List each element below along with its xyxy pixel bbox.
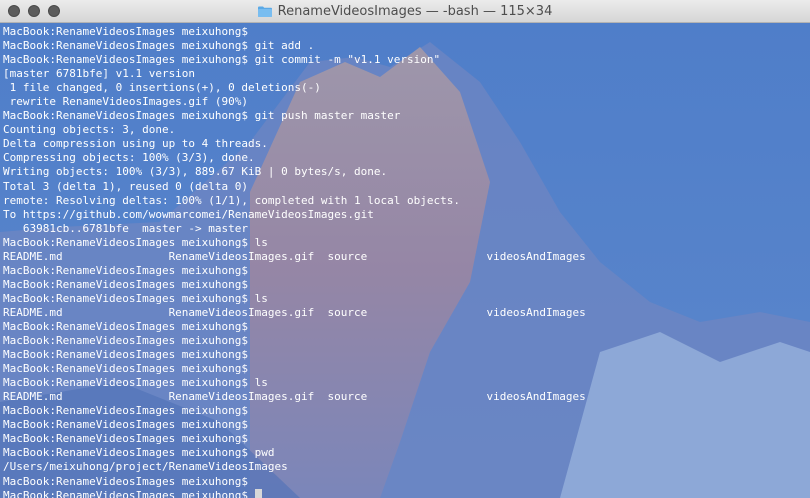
terminal-line: MacBook:RenameVideosImages meixuhong$ [3, 418, 810, 432]
window-title-group: RenameVideosImages — -bash — 115×34 [257, 3, 553, 19]
folder-icon [257, 6, 272, 17]
close-button[interactable] [8, 5, 20, 17]
terminal-line: rewrite RenameVideosImages.gif (90%) [3, 95, 810, 109]
terminal-line: Total 3 (delta 1), reused 0 (delta 0) [3, 180, 810, 194]
terminal-line-text: To https://github.com/wowmarcomei/Rename… [3, 207, 374, 221]
terminal-line: MacBook:RenameVideosImages meixuhong$ [3, 25, 810, 39]
terminal-line: Writing objects: 100% (3/3), 889.67 KiB … [3, 165, 810, 179]
terminal-line-text: remote: Resolving deltas: 100% (1/1), co… [3, 193, 460, 207]
terminal-line-text: MacBook:RenameVideosImages meixuhong$ ls [3, 291, 268, 305]
terminal-line: MacBook:RenameVideosImages meixuhong$ gi… [3, 53, 810, 67]
terminal-line-text: 63981cb..6781bfe master -> master [3, 221, 249, 235]
terminal-line: 1 file changed, 0 insertions(+), 0 delet… [3, 81, 810, 95]
terminal-line: /Users/meixuhong/project/RenameVideosIma… [3, 460, 810, 474]
terminal-line-text: Writing objects: 100% (3/3), 889.67 KiB … [3, 165, 388, 179]
terminal-line-text: MacBook:RenameVideosImages meixuhong$ ls [3, 376, 268, 390]
terminal-line: README.md RenameVideosImages.gif source … [3, 306, 810, 320]
terminal-line: README.md RenameVideosImages.gif source … [3, 250, 810, 264]
terminal-line: MacBook:RenameVideosImages meixuhong$ gi… [3, 39, 810, 53]
terminal-line: 63981cb..6781bfe master -> master [3, 222, 810, 236]
terminal-line: [master 6781bfe] v1.1 version [3, 67, 810, 81]
terminal-line: MacBook:RenameVideosImages meixuhong$ [3, 334, 810, 348]
terminal-line: MacBook:RenameVideosImages meixuhong$ ls [3, 236, 810, 250]
terminal-line: MacBook:RenameVideosImages meixuhong$ [3, 475, 810, 489]
terminal-line-text: README.md RenameVideosImages.gif source … [3, 249, 586, 263]
terminal-line-text: Total 3 (delta 1), reused 0 (delta 0) [3, 179, 249, 193]
terminal-line-text: Compressing objects: 100% (3/3), done. [3, 151, 255, 165]
terminal-line-text: 1 file changed, 0 insertions(+), 0 delet… [3, 81, 321, 95]
terminal-line: MacBook:RenameVideosImages meixuhong$ [3, 348, 810, 362]
terminal-line: Counting objects: 3, done. [3, 123, 810, 137]
terminal-line-text: MacBook:RenameVideosImages meixuhong$ [3, 277, 249, 291]
terminal-line-text: Counting objects: 3, done. [3, 123, 176, 137]
terminal-line: MacBook:RenameVideosImages meixuhong$ [3, 278, 810, 292]
terminal-line: MacBook:RenameVideosImages meixuhong$ [3, 404, 810, 418]
terminal-line-text: MacBook:RenameVideosImages meixuhong$ [3, 432, 249, 446]
window-title: RenameVideosImages — -bash — 115×34 [277, 3, 553, 19]
terminal-line: MacBook:RenameVideosImages meixuhong$ [3, 362, 810, 376]
terminal-line-text: MacBook:RenameVideosImages meixuhong$ gi… [3, 53, 441, 67]
terminal-line-text: MacBook:RenameVideosImages meixuhong$ gi… [3, 109, 401, 123]
terminal-line-text: MacBook:RenameVideosImages meixuhong$ [3, 319, 249, 333]
terminal-output[interactable]: MacBook:RenameVideosImages meixuhong$ Mac… [0, 23, 810, 498]
terminal-line-text: [master 6781bfe] v1.1 version [3, 67, 196, 81]
terminal-line-text: README.md RenameVideosImages.gif source … [3, 305, 586, 319]
terminal-line: README.md RenameVideosImages.gif source … [3, 390, 810, 404]
title-bar[interactable]: RenameVideosImages — -bash — 115×34 [0, 0, 810, 23]
terminal-line-text: Delta compression using up to 4 threads. [3, 137, 268, 151]
terminal-line: MacBook:RenameVideosImages meixuhong$ [3, 264, 810, 278]
terminal-line: Compressing objects: 100% (3/3), done. [3, 151, 810, 165]
terminal-line: MacBook:RenameVideosImages meixuhong$ pw… [3, 446, 810, 460]
terminal-line-text: MacBook:RenameVideosImages meixuhong$ [3, 418, 249, 432]
zoom-button[interactable] [48, 5, 60, 17]
terminal-line: remote: Resolving deltas: 100% (1/1), co… [3, 194, 810, 208]
terminal-line-text: MacBook:RenameVideosImages meixuhong$ [3, 474, 249, 488]
window-controls [8, 5, 60, 17]
terminal-line: MacBook:RenameVideosImages meixuhong$ ls [3, 292, 810, 306]
terminal-line: MacBook:RenameVideosImages meixuhong$ [3, 432, 810, 446]
terminal-window: RenameVideosImages — -bash — 115×34 MacB… [0, 0, 810, 498]
terminal-line-text: MacBook:RenameVideosImages meixuhong$ [3, 404, 249, 418]
minimize-button[interactable] [28, 5, 40, 17]
terminal-line-text: MacBook:RenameVideosImages meixuhong$ gi… [3, 39, 315, 53]
terminal-line-text: MacBook:RenameVideosImages meixuhong$ ls [3, 235, 268, 249]
text-cursor [254, 488, 262, 498]
terminal-line: To https://github.com/wowmarcomei/Rename… [3, 208, 810, 222]
terminal-line-text: MacBook:RenameVideosImages meixuhong$ pw… [3, 446, 275, 460]
terminal-line-text: MacBook:RenameVideosImages meixuhong$ [3, 362, 249, 376]
terminal-line: MacBook:RenameVideosImages meixuhong$ ls [3, 376, 810, 390]
terminal-line: Delta compression using up to 4 threads. [3, 137, 810, 151]
terminal-line-text: /Users/meixuhong/project/RenameVideosIma… [3, 460, 288, 474]
terminal-line-text: MacBook:RenameVideosImages meixuhong$ [3, 263, 249, 277]
terminal-line-text: MacBook:RenameVideosImages meixuhong$ [3, 488, 255, 498]
terminal-line: MacBook:RenameVideosImages meixuhong$ [3, 488, 810, 498]
terminal-line-text: MacBook:RenameVideosImages meixuhong$ [3, 348, 249, 362]
terminal-line-text: README.md RenameVideosImages.gif source … [3, 390, 586, 404]
terminal-line-text: MacBook:RenameVideosImages meixuhong$ [3, 334, 249, 348]
terminal-line-text: rewrite RenameVideosImages.gif (90%) [3, 95, 249, 109]
terminal-line: MacBook:RenameVideosImages meixuhong$ [3, 320, 810, 334]
terminal-line: MacBook:RenameVideosImages meixuhong$ gi… [3, 109, 810, 123]
terminal-line-text: MacBook:RenameVideosImages meixuhong$ [3, 25, 249, 38]
